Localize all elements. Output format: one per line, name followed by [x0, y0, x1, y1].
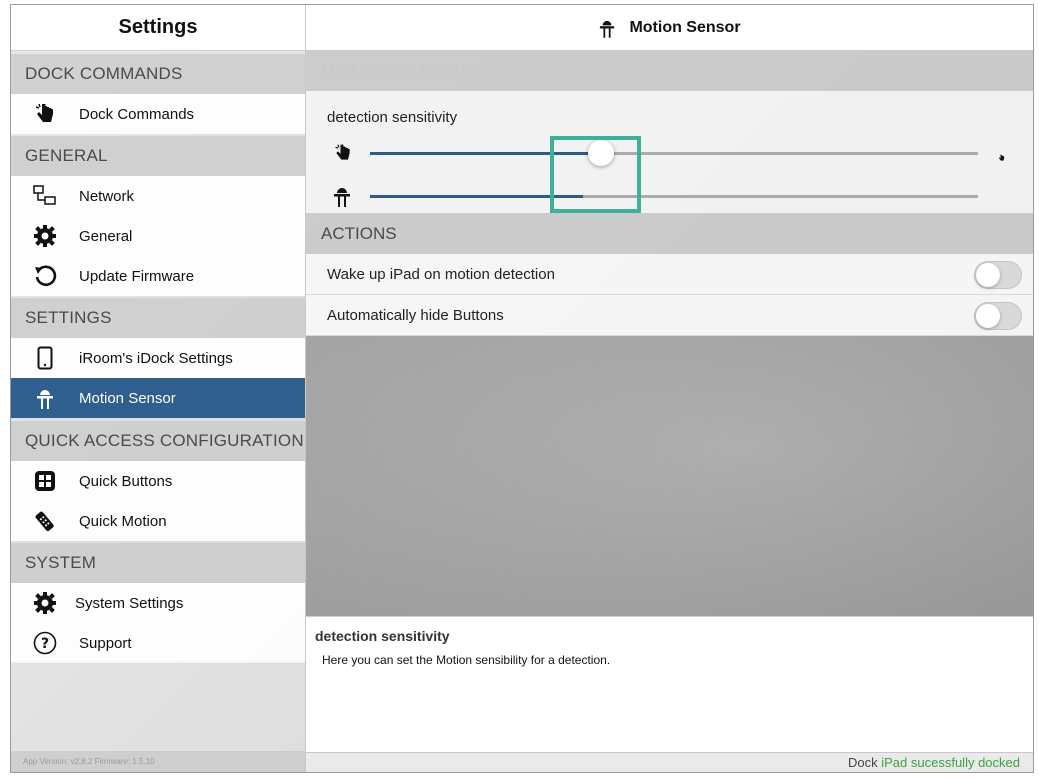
sidebar-item-system-settings[interactable]: System Settings	[11, 583, 305, 623]
section-motion-sensitivity: MOTION DETECTION SENSITIVITY	[306, 50, 1033, 91]
sidebar-item-dock-commands[interactable]: Dock Commands	[11, 94, 305, 134]
version-label: App Version: v2.8.2 Firmware: 1.5.10	[11, 751, 305, 772]
sidebar-item-update-firmware[interactable]: Update Firmware	[11, 256, 305, 296]
grid-buttons-icon	[33, 469, 57, 493]
help-icon: ?	[33, 631, 57, 655]
remote-icon	[33, 509, 57, 533]
touch-hand-icon	[334, 143, 352, 168]
sidebar-item-idock-settings[interactable]: iRoom's iDock Settings	[11, 338, 305, 378]
section-system: SYSTEM	[11, 543, 305, 583]
sensitivity-panel: detection sensitivity	[306, 91, 1033, 213]
gear-icon	[33, 591, 57, 615]
sidebar-item-label: Motion Sensor	[79, 389, 176, 407]
status-value: iPad sucessfully docked	[881, 755, 1020, 770]
touch-hand-small-icon	[998, 149, 1005, 167]
sensor-level-bar	[370, 195, 978, 198]
sidebar-item-label: System Settings	[75, 594, 184, 612]
touch-hand-icon	[33, 102, 57, 126]
sidebar-empty-area	[11, 661, 305, 751]
sidebar-item-motion-sensor[interactable]: Motion Sensor	[11, 378, 305, 418]
gear-icon	[33, 224, 57, 248]
sidebar-item-label: General	[79, 227, 133, 245]
toggle-label: Wake up iPad on motion detection	[327, 265, 555, 283]
sidebar: Settings DOCK COMMANDS Dock Commands GEN…	[11, 5, 305, 772]
sidebar-item-network[interactable]: Network	[11, 176, 305, 216]
section-actions: ACTIONS	[306, 213, 1033, 254]
highlight-annotation-box	[550, 136, 641, 213]
toggle-row-hide-buttons: Automatically hide Buttons	[306, 295, 1033, 336]
wake-ipad-toggle[interactable]	[974, 261, 1022, 289]
network-icon	[33, 184, 57, 208]
motion-sensor-icon	[333, 184, 351, 213]
tablet-icon	[33, 346, 57, 370]
sidebar-item-general[interactable]: General	[11, 216, 305, 256]
hide-buttons-toggle[interactable]	[974, 302, 1022, 330]
status-key: Dock	[848, 755, 878, 770]
sidebar-item-label: Dock Commands	[79, 105, 195, 123]
sidebar-item-label: iRoom's iDock Settings	[79, 349, 233, 367]
section-settings: SETTINGS	[11, 298, 305, 338]
toggle-label: Automatically hide Buttons	[327, 306, 504, 324]
section-quick-access: QUICK ACCESS CONFIGURATION	[11, 421, 305, 461]
background-photo-area	[306, 336, 1033, 616]
sidebar-title: Settings	[11, 5, 305, 51]
sidebar-item-quick-motion[interactable]: Quick Motion	[11, 501, 305, 541]
svg-text:?: ?	[41, 636, 49, 652]
main-header: Motion Sensor	[306, 5, 1033, 51]
sidebar-item-quick-buttons[interactable]: Quick Buttons	[11, 461, 305, 501]
section-general: GENERAL	[11, 136, 305, 176]
main-panel: Motion Sensor MOTION DETECTION SENSITIVI…	[305, 5, 1033, 772]
info-panel: detection sensitivity Here you can set t…	[306, 616, 1033, 753]
toggle-row-wake-ipad: Wake up iPad on motion detection	[306, 254, 1033, 295]
app-window: Settings DOCK COMMANDS Dock Commands GEN…	[10, 4, 1034, 773]
page-title: Motion Sensor	[629, 18, 741, 36]
motion-sensor-icon	[33, 386, 57, 410]
motion-sensor-icon	[599, 17, 617, 39]
sidebar-item-support[interactable]: ? Support	[11, 623, 305, 663]
refresh-icon	[33, 264, 57, 288]
section-dock-commands: DOCK COMMANDS	[11, 54, 305, 94]
sensitivity-slider[interactable]	[370, 140, 978, 166]
sidebar-item-label: Support	[79, 634, 132, 652]
info-description: Here you can set the Motion sensibility …	[322, 653, 611, 667]
sidebar-item-label: Network	[79, 187, 135, 205]
info-title: detection sensitivity	[315, 628, 450, 644]
slider-title: detection sensitivity	[327, 109, 458, 126]
status-bar: Dock iPad sucessfully docked	[306, 752, 1033, 772]
sidebar-item-label: Quick Buttons	[79, 472, 173, 490]
sidebar-item-label: Quick Motion	[79, 512, 167, 530]
sidebar-item-label: Update Firmware	[79, 267, 195, 285]
